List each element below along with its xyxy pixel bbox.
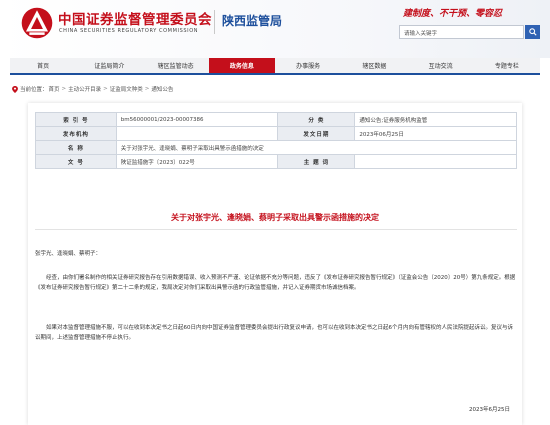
- issuer-label: 发布机构: [35, 126, 117, 141]
- logo-divider: [214, 10, 215, 34]
- docno-value: 陕证监措施字〔2023〕022号: [115, 154, 279, 169]
- breadcrumb-notices[interactable]: 通知公告: [151, 85, 173, 93]
- location-pin-icon: [12, 85, 18, 93]
- site-header: 中国证券监督管理委员会 CHINA SECURITIES REGULATORY …: [0, 0, 550, 58]
- document-date: 2023年6月25日: [469, 407, 510, 413]
- org-name-en: CHINA SECURITIES REGULATORY COMMISSION: [59, 28, 199, 34]
- date-label: 发文日期: [277, 126, 356, 141]
- table-row: 发布机构 发文日期 2023年06月25日: [35, 126, 517, 141]
- nav-item-regulation-news[interactable]: 辖区监管动态: [143, 58, 209, 73]
- paragraph-findings: 经查，由你们署名制作的相关证券研究报告存在引用数据错误、收入预测不严谨、论证依据…: [35, 275, 516, 291]
- subject-value: [354, 154, 517, 169]
- org-name-cn: 中国证券监督管理委员会: [58, 12, 212, 28]
- content-panel: 索 引 号 bm56000001/2023-00007386 分 类 通知公告;…: [28, 103, 522, 425]
- docno-label: 文 号: [35, 154, 117, 169]
- subject-label: 主 题 词: [277, 154, 356, 169]
- category-label: 分 类: [277, 112, 356, 127]
- table-row: 文 号 陕证监措施字〔2023〕022号 主 题 词: [35, 154, 517, 169]
- nav-item-gov-info[interactable]: 政务信息: [208, 58, 275, 73]
- name-label: 名 称: [35, 140, 117, 155]
- breadcrumb: 当前位置： 首页 > 主动公开目录 > 证监局文种类 > 通知公告: [12, 84, 173, 94]
- table-row: 索 引 号 bm56000001/2023-00007386 分 类 通知公告;…: [35, 112, 517, 127]
- search-input[interactable]: 请输入关键字: [399, 25, 524, 39]
- title-divider: [35, 229, 517, 230]
- search-icon: [528, 28, 537, 36]
- salutation: 张宇光、逢晓娟、蔡明子：: [35, 251, 102, 257]
- name-value: 关于对张宇光、逢晓娟、蔡明子采取出具警示函措施的决定: [115, 140, 518, 155]
- nav-item-services[interactable]: 办事服务: [275, 58, 341, 73]
- paragraph-appeal: 如果对本监督管理措施不服，可以在收到本决定书之日起60日内向中国证券监督管理委员…: [35, 325, 514, 341]
- breadcrumb-separator: >: [103, 86, 108, 92]
- nav-item-topics[interactable]: 专题专栏: [474, 58, 540, 73]
- index-label: 索 引 号: [35, 112, 117, 127]
- category-value: 通知公告;证券服务机构监管: [354, 112, 517, 127]
- nav-item-home[interactable]: 首页: [10, 58, 76, 73]
- index-value: bm56000001/2023-00007386: [115, 112, 279, 127]
- nav-item-interaction[interactable]: 互动交流: [408, 58, 474, 73]
- document-meta-table: 索 引 号 bm56000001/2023-00007386 分 类 通知公告;…: [35, 112, 518, 169]
- slogan: 建制度、不干预、零容忍: [403, 9, 503, 19]
- main-nav: 首页 证监局简介 辖区监管动态 政务信息 办事服务 辖区数据 互动交流 专题专栏: [10, 58, 540, 75]
- breadcrumb-home[interactable]: 首页: [49, 85, 60, 93]
- breadcrumb-catalog[interactable]: 主动公开目录: [68, 85, 101, 93]
- breadcrumb-separator: >: [61, 86, 67, 92]
- date-value: 2023年06月25日: [354, 126, 517, 141]
- issuer-value: [115, 126, 279, 141]
- nav-item-about[interactable]: 证监局简介: [76, 58, 142, 73]
- breadcrumb-prefix: 当前位置：: [20, 87, 48, 93]
- table-row: 名 称 关于对张宇光、逢晓娟、蔡明子采取出具警示函措施的决定: [35, 140, 518, 155]
- bureau-name: 陕西监管局: [222, 14, 283, 28]
- nav-item-data[interactable]: 辖区数据: [341, 58, 407, 73]
- csrc-logo-icon: [21, 7, 53, 39]
- document-title: 关于对张宇光、逢晓娟、蔡明子采取出具警示函措施的决定: [171, 213, 379, 222]
- breadcrumb-separator: >: [144, 86, 150, 92]
- search-button[interactable]: [525, 25, 540, 39]
- breadcrumb-doctype[interactable]: 证监局文种类: [110, 85, 143, 93]
